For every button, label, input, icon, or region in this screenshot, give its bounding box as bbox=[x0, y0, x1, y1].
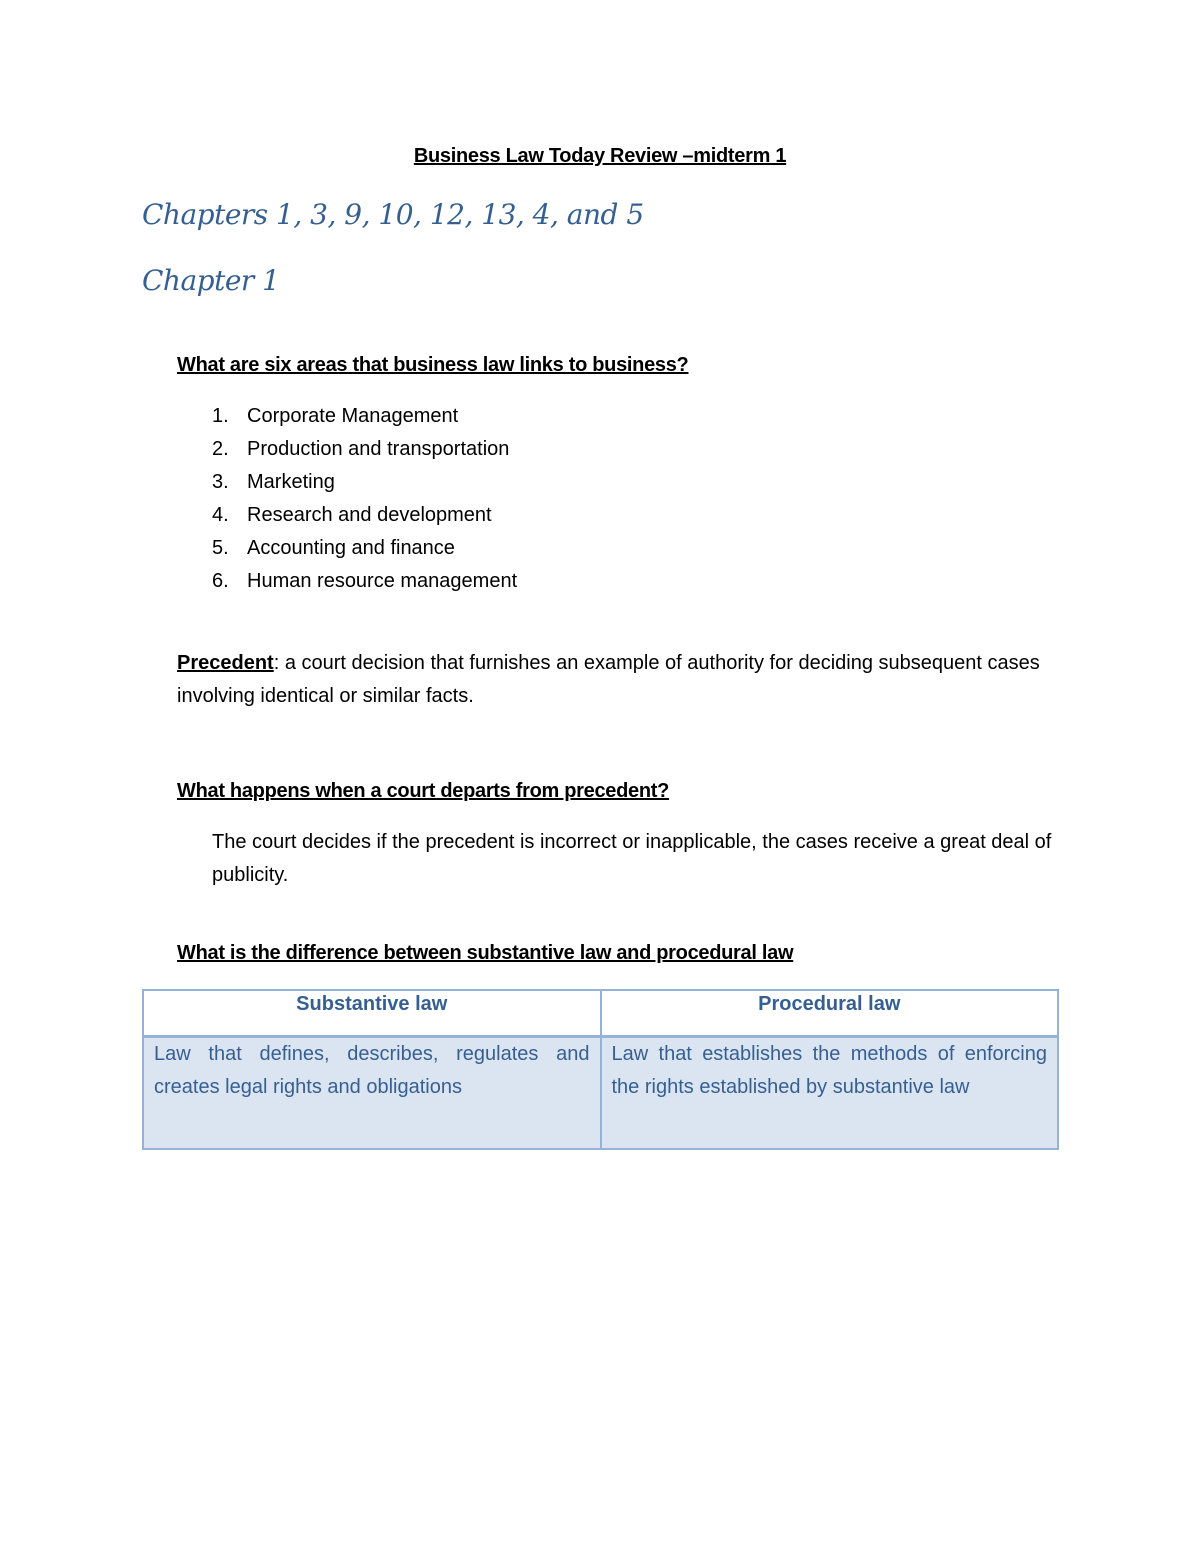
list-item: 5. Accounting and finance bbox=[212, 532, 517, 565]
list-label: Human resource management bbox=[247, 570, 518, 592]
header-substantive-law: Substantive law bbox=[142, 989, 602, 1038]
areas-list: 1. Corporate Management 2. Production an… bbox=[212, 400, 517, 598]
question-departs-precedent: What happens when a court departs from p… bbox=[177, 780, 670, 802]
list-number: 3. bbox=[212, 471, 229, 493]
list-label: Accounting and finance bbox=[247, 537, 455, 559]
law-comparison-table: Substantive law Procedural law Law that … bbox=[142, 989, 1059, 1150]
list-item: 1. Corporate Management bbox=[212, 400, 517, 433]
precedent-definition: Precedent: a court decision that furnish… bbox=[177, 647, 1057, 713]
list-number: 5. bbox=[212, 537, 229, 559]
cell-substantive-law: Law that defines, describes, regulates a… bbox=[142, 1035, 602, 1150]
list-number: 4. bbox=[212, 504, 229, 526]
precedent-definition-text: : a court decision that furnishes an exa… bbox=[177, 652, 1040, 707]
table-row: Law that defines, describes, regulates a… bbox=[142, 1035, 1059, 1150]
table-header-row: Substantive law Procedural law bbox=[142, 989, 1059, 1038]
list-label: Marketing bbox=[247, 471, 335, 493]
document-page: Business Law Today Review –midterm 1 Cha… bbox=[0, 0, 1200, 1553]
list-number: 2. bbox=[212, 438, 229, 460]
list-number: 6. bbox=[212, 570, 229, 592]
list-label: Corporate Management bbox=[247, 405, 459, 427]
document-title: Business Law Today Review –midterm 1 bbox=[413, 145, 787, 167]
chapters-heading: Chapters 1, 3, 9, 10, 12, 13, 4, and 5 bbox=[142, 198, 644, 231]
precedent-term: Precedent bbox=[177, 652, 274, 674]
list-number: 1. bbox=[212, 405, 229, 427]
list-item: 4. Research and development bbox=[212, 499, 517, 532]
list-item: 3. Marketing bbox=[212, 466, 517, 499]
list-label: Production and transportation bbox=[247, 438, 510, 460]
question-six-areas: What are six areas that business law lin… bbox=[177, 354, 689, 376]
answer-departs-precedent: The court decides if the precedent is in… bbox=[212, 831, 1052, 886]
list-label: Research and development bbox=[247, 504, 492, 526]
cell-procedural-law: Law that establishes the methods of enfo… bbox=[599, 1035, 1059, 1150]
question-law-difference: What is the difference between substanti… bbox=[177, 942, 794, 964]
list-item: 2. Production and transportation bbox=[212, 433, 517, 466]
chapter-heading: Chapter 1 bbox=[142, 264, 280, 297]
header-procedural-law: Procedural law bbox=[599, 989, 1059, 1038]
list-item: 6. Human resource management bbox=[212, 565, 517, 598]
